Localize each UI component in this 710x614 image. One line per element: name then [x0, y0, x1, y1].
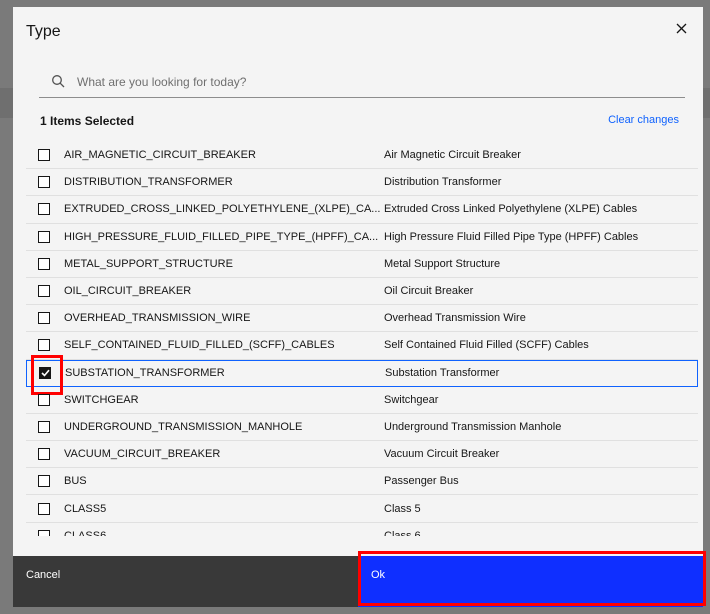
row-description: Class 6 — [384, 529, 421, 536]
row-description: Self Contained Fluid Filled (SCFF) Cable… — [384, 339, 589, 352]
list-item[interactable]: CLASS5 Class 5 — [26, 495, 698, 523]
row-checkbox[interactable] — [38, 502, 50, 515]
row-description: Class 5 — [384, 502, 421, 515]
row-code: BUS — [64, 475, 87, 488]
type-modal: Type 1 Items Selected Clear changes AIR_… — [13, 7, 703, 607]
row-description: Switchgear — [384, 393, 439, 406]
row-checkbox[interactable] — [38, 203, 50, 216]
row-code: OVERHEAD_TRANSMISSION_WIRE — [64, 312, 251, 325]
modal-title: Type — [26, 23, 61, 40]
close-button[interactable] — [671, 18, 691, 38]
clear-changes-link[interactable]: Clear changes — [608, 114, 679, 126]
row-description: Oil Circuit Breaker — [384, 285, 474, 298]
row-checkbox[interactable] — [38, 257, 50, 270]
list-item[interactable]: OVERHEAD_TRANSMISSION_WIRE Overhead Trans… — [26, 305, 698, 333]
row-code: SELF_CONTAINED_FLUID_FILLED_(SCFF)_CABLE… — [64, 339, 335, 352]
list-item[interactable]: EXTRUDED_CROSS_LINKED_POLYETHYLENE_(XLPE… — [26, 196, 698, 224]
row-code: DISTRIBUTION_TRANSFORMER — [64, 176, 233, 189]
row-code: AIR_MAGNETIC_CIRCUIT_BREAKER — [64, 149, 256, 162]
row-checkbox[interactable] — [38, 176, 50, 189]
row-code: UNDERGROUND_TRANSMISSION_MANHOLE — [64, 420, 303, 433]
row-code: SUBSTATION_TRANSFORMER — [65, 367, 225, 380]
row-description: Extruded Cross Linked Polyethylene (XLPE… — [384, 203, 638, 216]
row-checkbox[interactable] — [38, 285, 50, 298]
cancel-button[interactable]: Cancel — [13, 556, 358, 607]
search-icon — [51, 74, 67, 90]
backdrop-strip-left — [0, 88, 13, 118]
row-checkbox[interactable] — [38, 339, 50, 352]
row-description: High Pressure Fluid Filled Pipe Type (HP… — [384, 230, 639, 243]
search-box — [39, 67, 685, 98]
ok-button[interactable]: Ok — [358, 556, 703, 607]
close-icon — [676, 23, 686, 33]
row-description: Passenger Bus — [384, 475, 459, 488]
row-code: OIL_CIRCUIT_BREAKER — [64, 285, 192, 298]
row-checkbox[interactable] — [38, 475, 50, 488]
row-checkbox[interactable] — [38, 529, 50, 536]
list-item[interactable]: BUS Passenger Bus — [26, 468, 698, 496]
modal-footer: Cancel Ok — [13, 556, 703, 607]
selected-count: 1 Items Selected — [40, 114, 135, 128]
list-item[interactable]: AIR_MAGNETIC_CIRCUIT_BREAKER Air Magnetic… — [26, 142, 698, 170]
row-description: Overhead Transmission Wire — [384, 312, 526, 325]
list-item[interactable]: UNDERGROUND_TRANSMISSION_MANHOLE Undergro… — [26, 414, 698, 442]
list-item[interactable]: SWITCHGEAR Switchgear — [26, 387, 698, 414]
row-checkbox[interactable] — [38, 448, 50, 461]
list-item[interactable]: VACUUM_CIRCUIT_BREAKER Vacuum Circuit Bre… — [26, 441, 698, 469]
row-code: EXTRUDED_CROSS_LINKED_POLYETHYLENE_(XLPE… — [64, 203, 381, 216]
list-item[interactable]: DISTRIBUTION_TRANSFORMER Distribution Tra… — [26, 169, 698, 197]
row-checkbox[interactable] — [38, 393, 50, 406]
backdrop-strip-right — [703, 88, 710, 118]
row-description: Underground Transmission Manhole — [384, 420, 562, 433]
row-description: Distribution Transformer — [384, 176, 502, 189]
row-description: Substation Transformer — [385, 367, 500, 380]
row-description: Air Magnetic Circuit Breaker — [384, 149, 521, 162]
row-description: Metal Support Structure — [384, 257, 501, 270]
list-item[interactable]: METAL_SUPPORT_STRUCTURE Metal Support Str… — [26, 251, 698, 278]
row-checkbox[interactable] — [38, 149, 50, 162]
row-checkbox[interactable] — [38, 230, 50, 243]
list-item[interactable]: SUBSTATION_TRANSFORMER Substation Transfo… — [26, 354, 698, 395]
list-item[interactable]: SELF_CONTAINED_FLUID_FILLED_(SCFF)_CABLE… — [26, 332, 698, 360]
type-list: AIR_MAGNETIC_CIRCUIT_BREAKER Air Magnetic… — [26, 142, 698, 536]
row-code: METAL_SUPPORT_STRUCTURE — [64, 257, 233, 270]
checkmark-icon — [40, 369, 50, 377]
list-item[interactable]: CLASS6 Class 6 — [26, 523, 698, 536]
row-checkbox[interactable] — [39, 367, 51, 380]
row-checkbox[interactable] — [38, 420, 50, 433]
row-description: Vacuum Circuit Breaker — [384, 448, 500, 461]
list-item[interactable]: OIL_CIRCUIT_BREAKER Oil Circuit Breaker — [26, 278, 698, 306]
row-code: CLASS6 — [64, 529, 107, 536]
row-code: CLASS5 — [64, 502, 107, 515]
row-code: VACUUM_CIRCUIT_BREAKER — [64, 448, 221, 461]
row-checkbox[interactable] — [38, 312, 50, 325]
search-input[interactable] — [77, 75, 657, 89]
row-code: HIGH_PRESSURE_FLUID_FILLED_PIPE_TYPE_(HP… — [64, 230, 379, 243]
row-code: SWITCHGEAR — [64, 393, 139, 406]
list-item[interactable]: HIGH_PRESSURE_FLUID_FILLED_PIPE_TYPE_(HP… — [26, 224, 698, 251]
